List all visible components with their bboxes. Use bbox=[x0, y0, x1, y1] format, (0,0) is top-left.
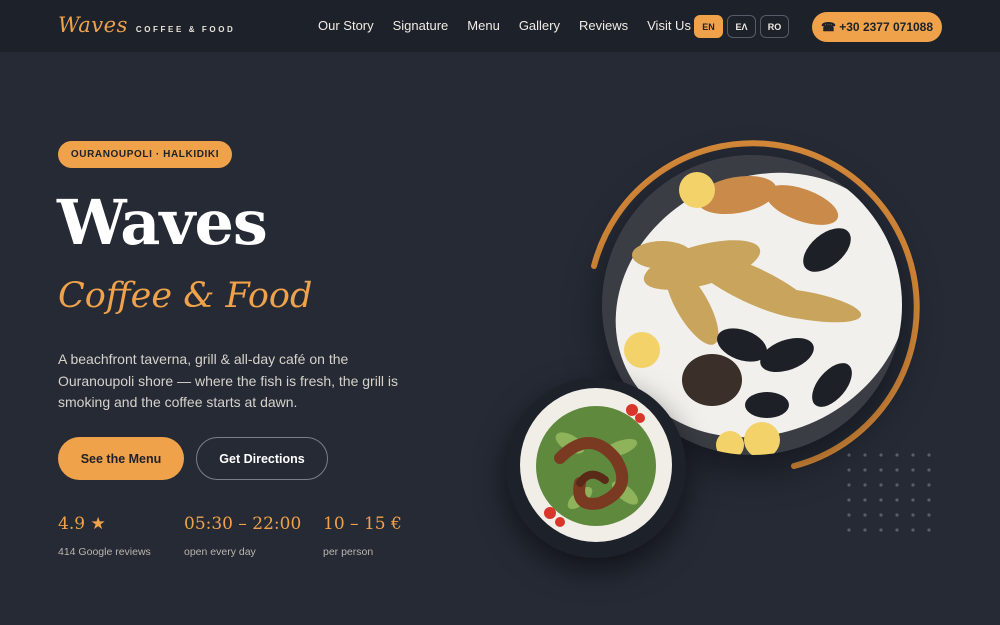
nav-link-menu[interactable]: Menu bbox=[467, 18, 500, 33]
nav-link-gallery[interactable]: Gallery bbox=[519, 18, 560, 33]
stat-rating-value: 4.9 ★ bbox=[58, 514, 106, 534]
stat-hours: 05:30 – 22:00 open every day bbox=[184, 514, 301, 558]
lang-ro-button[interactable]: RO bbox=[760, 15, 789, 38]
stat-rating: 4.9 ★ 414 Google reviews bbox=[58, 514, 151, 558]
brand-script: Waves bbox=[58, 13, 128, 37]
stat-rating-label: 414 Google reviews bbox=[58, 546, 151, 558]
nav-link-visit-us[interactable]: Visit Us bbox=[647, 18, 691, 33]
nav-link-reviews[interactable]: Reviews bbox=[579, 18, 628, 33]
stat-hours-label: open every day bbox=[184, 546, 256, 558]
stat-hours-value: 05:30 – 22:00 bbox=[184, 514, 302, 534]
stat-price: 10 – 15 € per person bbox=[323, 514, 402, 558]
top-nav: Waves COFFEE & FOOD Our Story Signature … bbox=[0, 0, 1000, 52]
hero-subtitle: Coffee & Food bbox=[58, 276, 313, 316]
stat-price-label: per person bbox=[323, 546, 374, 558]
hero-title: Waves bbox=[57, 186, 268, 259]
nav-links: Our Story Signature Menu Gallery Reviews… bbox=[318, 18, 710, 33]
nav-link-signature[interactable]: Signature bbox=[393, 18, 449, 33]
brand-logo[interactable]: Waves COFFEE & FOOD bbox=[58, 13, 235, 37]
see-menu-button[interactable]: See the Menu bbox=[58, 437, 184, 480]
stat-price-value: 10 – 15 € bbox=[323, 514, 402, 534]
octopus-plate-image bbox=[506, 378, 686, 558]
lang-en-button[interactable]: EN bbox=[694, 15, 723, 38]
nav-link-our-story[interactable]: Our Story bbox=[318, 18, 374, 33]
lang-el-button[interactable]: ΕΛ bbox=[727, 15, 756, 38]
hero-description: A beachfront taverna, grill & all-day ca… bbox=[58, 351, 399, 410]
brand-subtitle: COFFEE & FOOD bbox=[135, 25, 236, 34]
get-directions-button[interactable]: Get Directions bbox=[196, 437, 328, 480]
phone-button[interactable]: ☎ +30 2377 071088 bbox=[812, 12, 942, 42]
location-badge: OURANOUPOLI · HALKIDIKI bbox=[58, 141, 232, 168]
